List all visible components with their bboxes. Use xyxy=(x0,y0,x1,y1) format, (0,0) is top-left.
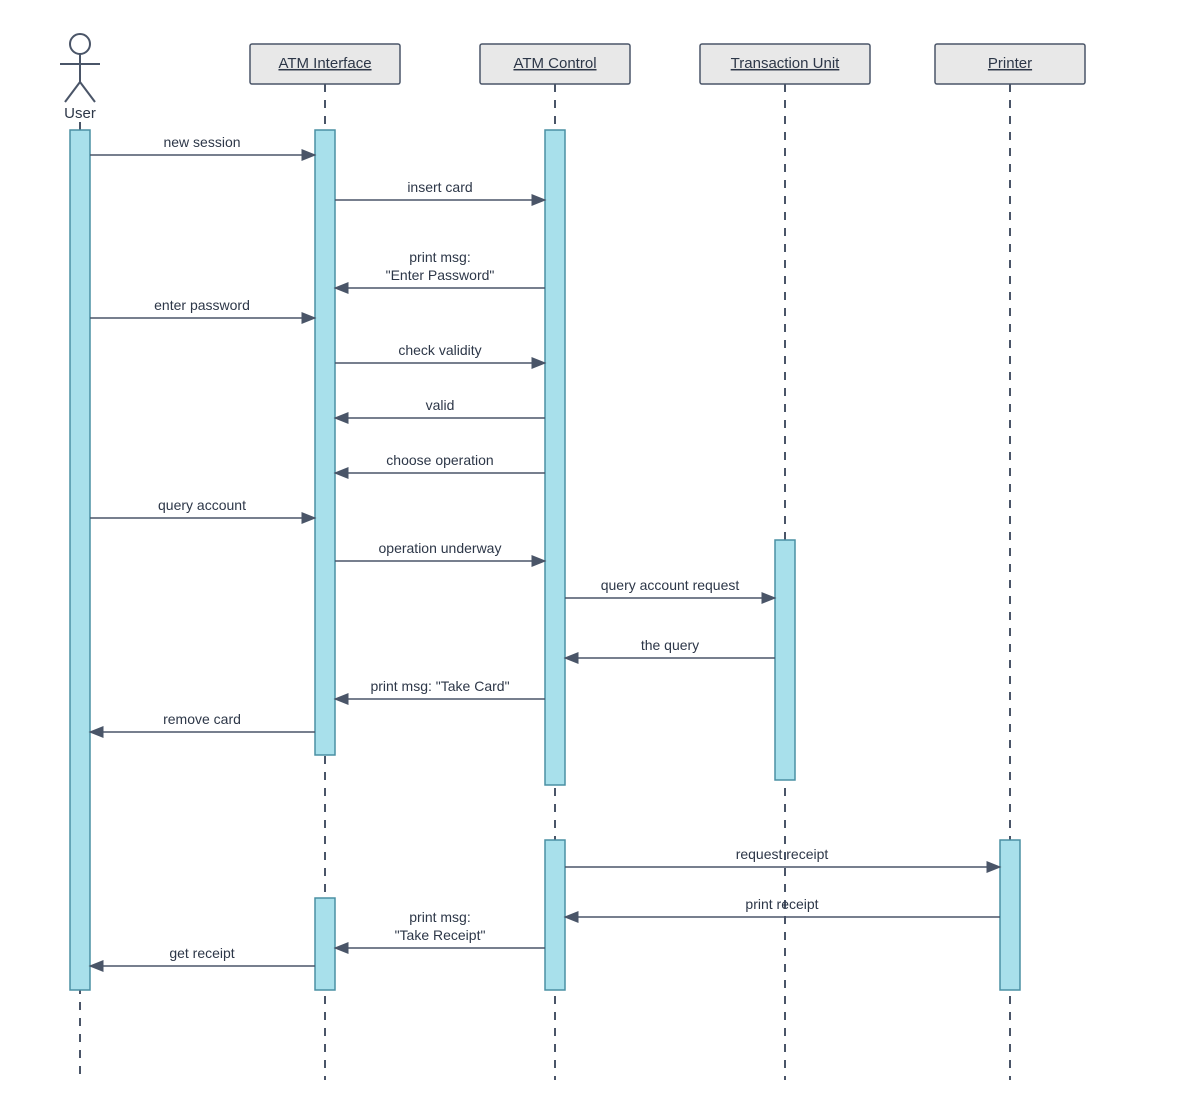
message-take-card-prompt-label: print msg: "Take Card" xyxy=(370,678,509,694)
message-enter-password-prompt-label-1: print msg: xyxy=(409,249,470,265)
message-the-query-label: the query xyxy=(641,637,699,653)
activation-printer xyxy=(1000,840,1020,990)
participant-atm-control: ATM Control xyxy=(480,44,630,84)
activation-user xyxy=(70,130,90,990)
activation-transaction-unit xyxy=(775,540,795,780)
message-new-session-label: new session xyxy=(163,134,240,150)
participant-atm-control-label: ATM Control xyxy=(513,55,596,72)
activation-atm-interface-2 xyxy=(315,898,335,990)
message-print-receipt-label: print receipt xyxy=(745,896,818,912)
message-insert-card-label: insert card xyxy=(407,179,472,195)
participant-transaction-unit-label: Transaction Unit xyxy=(731,55,840,72)
participant-atm-interface-label: ATM Interface xyxy=(278,55,371,72)
activation-atm-interface-1 xyxy=(315,130,335,755)
message-check-validity-label: check validity xyxy=(398,342,481,358)
message-take-receipt-prompt-label-1: print msg: xyxy=(409,909,470,925)
activation-atm-control-2 xyxy=(545,840,565,990)
message-query-account-label: query account xyxy=(158,497,246,513)
message-query-account-request-label: query account request xyxy=(601,577,740,593)
participant-printer: Printer xyxy=(935,44,1085,84)
message-operation-underway-label: operation underway xyxy=(379,540,502,556)
activation-atm-control-1 xyxy=(545,130,565,785)
message-valid-label: valid xyxy=(426,397,455,413)
participant-atm-interface: ATM Interface xyxy=(250,44,400,84)
actor-user-label: User xyxy=(64,105,96,122)
message-take-receipt-prompt-label-2: "Take Receipt" xyxy=(395,927,486,943)
message-get-receipt-label: get receipt xyxy=(169,945,234,961)
message-enter-password-label: enter password xyxy=(154,297,250,313)
participant-printer-label: Printer xyxy=(988,55,1032,72)
message-remove-card-label: remove card xyxy=(163,711,241,727)
message-choose-operation-label: choose operation xyxy=(386,452,493,468)
sequence-diagram: User ATM Interface ATM Control Transacti… xyxy=(0,0,1180,1112)
participant-transaction-unit: Transaction Unit xyxy=(700,44,870,84)
message-request-receipt-label: request receipt xyxy=(736,846,829,862)
actor-user: User xyxy=(60,34,100,122)
message-enter-password-prompt-label-2: "Enter Password" xyxy=(386,267,495,283)
